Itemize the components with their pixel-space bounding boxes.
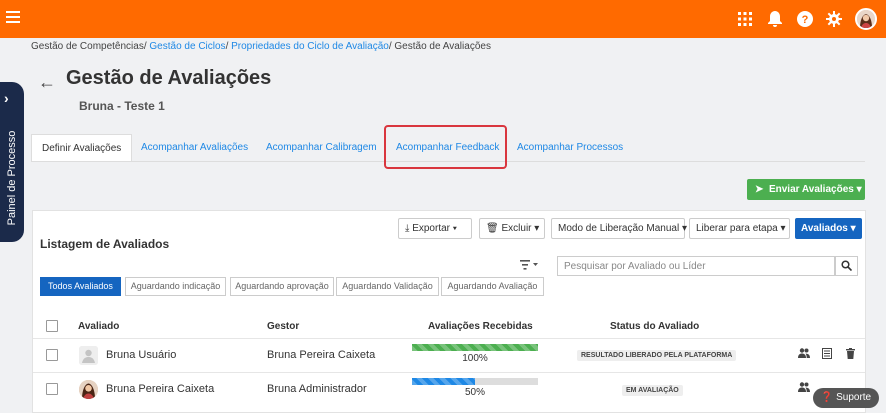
- filter-tab-validacao[interactable]: Aguardando Validação: [336, 277, 439, 296]
- progress-label: 100%: [462, 353, 488, 364]
- list-title: Listagem de Avaliados: [40, 237, 170, 251]
- apps-grid-icon[interactable]: [736, 10, 754, 28]
- tab-acompanhar-calibragem[interactable]: Acompanhar Calibragem: [266, 134, 377, 161]
- progress-bar: [412, 378, 538, 385]
- filter-tab-todos[interactable]: Todos Avaliados: [40, 277, 121, 296]
- chevron-right-icon: ›: [4, 90, 9, 106]
- table-icon[interactable]: [820, 348, 834, 362]
- trash-icon[interactable]: [843, 348, 857, 362]
- tab-acompanhar-avaliacoes[interactable]: Acompanhar Avaliações: [141, 134, 248, 161]
- page-subtitle: Bruna - Teste 1: [79, 99, 165, 113]
- breadcrumb-item-propriedades[interactable]: Propriedades do Ciclo de Avaliação: [231, 41, 389, 52]
- avatar: [79, 346, 98, 365]
- release-stage-dropdown[interactable]: Liberar para etapa ▾: [689, 218, 790, 239]
- send-icon: ➤: [755, 184, 764, 195]
- download-icon: ⤓: [405, 223, 410, 234]
- back-arrow-icon[interactable]: ←: [38, 72, 56, 93]
- status-badge: RESULTADO LIBERADO PELA PLATAFORMA: [577, 350, 737, 361]
- column-header-gestor[interactable]: Gestor: [267, 321, 299, 332]
- svg-text:?: ?: [802, 14, 809, 26]
- breadcrumb-item-ciclos[interactable]: Gestão de Ciclos: [149, 41, 225, 52]
- process-panel-label: Painel de Processo: [6, 130, 18, 226]
- user-avatar[interactable]: [855, 8, 877, 30]
- gear-icon[interactable]: [825, 10, 843, 28]
- filter-tab-aprovacao[interactable]: Aguardando aprovação: [230, 277, 334, 296]
- row-manager: Bruna Administrador: [267, 383, 367, 395]
- row-name[interactable]: Bruna Usuário: [106, 349, 176, 361]
- top-bar: ?: [0, 0, 886, 38]
- filter-icon[interactable]: [520, 259, 538, 273]
- row-checkbox[interactable]: [46, 349, 58, 361]
- filter-tab-indicacao[interactable]: Aguardando indicação: [125, 277, 226, 296]
- progress-fill: [412, 344, 538, 351]
- support-button[interactable]: ❓ Suporte: [813, 388, 879, 408]
- avatar: [79, 380, 98, 399]
- table-divider: [33, 372, 865, 373]
- table-divider: [33, 338, 865, 339]
- breadcrumb-item-current: Gestão de Avaliações: [394, 41, 491, 52]
- people-icon[interactable]: [797, 348, 811, 361]
- row-name[interactable]: Bruna Pereira Caixeta: [106, 383, 214, 395]
- search-button[interactable]: [835, 256, 858, 276]
- export-button[interactable]: ⤓ Exportar ▾: [398, 218, 472, 239]
- filter-tab-avaliacao[interactable]: Aguardando Avaliação: [441, 277, 544, 296]
- column-header-avaliado[interactable]: Avaliado: [78, 321, 119, 332]
- select-all-checkbox[interactable]: [46, 320, 58, 332]
- column-header-status[interactable]: Status do Avaliado: [610, 321, 699, 332]
- tab-acompanhar-processos[interactable]: Acompanhar Processos: [517, 134, 623, 161]
- bell-icon[interactable]: [766, 10, 784, 28]
- delete-button[interactable]: 🗑 Excluir ▾: [479, 218, 545, 239]
- send-evaluations-button[interactable]: ➤ Enviar Avaliações ▾: [747, 179, 865, 200]
- help-circle-icon: ❓: [820, 392, 834, 403]
- menu-icon[interactable]: [6, 11, 20, 23]
- progress-bar: [412, 344, 538, 351]
- release-mode-dropdown[interactable]: Modo de Liberação Manual ▾: [551, 218, 687, 239]
- progress-label: 50%: [464, 387, 485, 398]
- tab-definir-avaliacoes[interactable]: Definir Avaliações: [31, 134, 133, 161]
- page-title: Gestão de Avaliações: [66, 67, 272, 89]
- trash-icon: 🗑: [486, 223, 499, 234]
- evaluated-dropdown[interactable]: Avaliados ▾: [795, 218, 862, 239]
- highlight-box: [384, 125, 507, 169]
- help-icon[interactable]: ?: [796, 10, 814, 28]
- progress-fill: [412, 378, 475, 385]
- process-panel-toggle[interactable]: › Painel de Processo: [0, 82, 24, 242]
- people-icon[interactable]: [797, 382, 811, 395]
- row-checkbox[interactable]: [46, 383, 58, 395]
- breadcrumb-item-competencias[interactable]: Gestão de Competências: [31, 41, 144, 52]
- column-header-avaliacoes-recebidas[interactable]: Avaliações Recebidas: [428, 321, 533, 332]
- breadcrumb: Gestão de Competências/ Gestão de Ciclos…: [31, 41, 491, 52]
- status-badge: EM AVALIAÇÃO: [622, 385, 683, 396]
- row-manager: Bruna Pereira Caixeta: [267, 349, 376, 361]
- search-input[interactable]: [557, 256, 835, 276]
